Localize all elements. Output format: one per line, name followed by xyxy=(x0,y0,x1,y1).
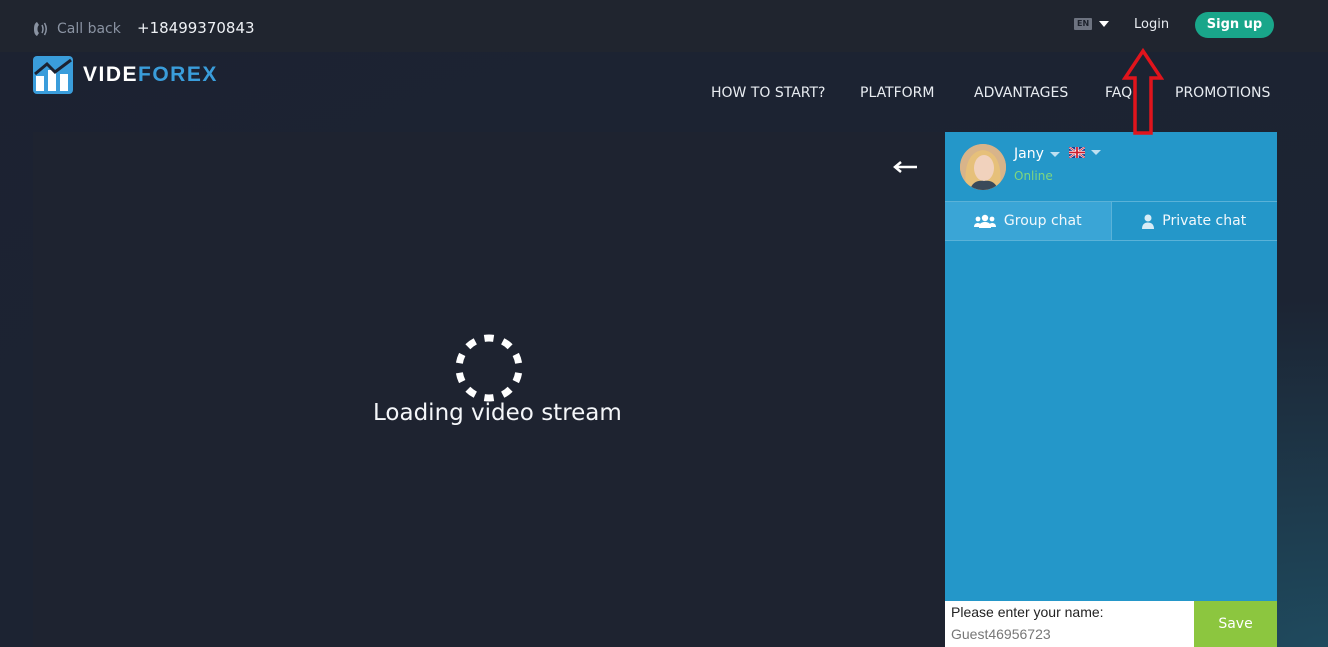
agent-photo xyxy=(960,144,1006,190)
agent-name: Jany xyxy=(1014,146,1044,162)
brand-name: VIDEFOREX xyxy=(83,63,218,86)
nav-promotions[interactable]: PROMOTIONS xyxy=(1175,85,1270,101)
call-back-label: Call back xyxy=(57,21,121,37)
status-badge: Online xyxy=(1014,169,1053,183)
chevron-down-icon xyxy=(1091,150,1101,155)
nav-how-to-start[interactable]: HOW TO START? xyxy=(711,85,825,101)
tab-private-chat-label: Private chat xyxy=(1162,213,1247,229)
chat-language-selector[interactable] xyxy=(1069,147,1101,158)
login-link[interactable]: Login xyxy=(1134,17,1169,32)
name-entry-box: Please enter your name: xyxy=(945,601,1194,647)
loading-spinner-icon xyxy=(455,334,523,402)
agent-name-selector[interactable]: Jany xyxy=(1014,146,1060,162)
chat-tabs: Group chat Private chat xyxy=(945,202,1277,241)
spinner-segment xyxy=(455,372,466,384)
chat-panel: Jany Online Group chat Private chat Plea… xyxy=(945,132,1277,647)
person-icon xyxy=(1142,214,1155,229)
top-bar: Call back +18499370843 EN Login Sign up xyxy=(0,0,1328,52)
group-icon xyxy=(973,214,996,228)
annotation-arrow-icon xyxy=(1122,48,1164,135)
chevron-down-icon xyxy=(1099,21,1110,27)
back-arrow-button[interactable] xyxy=(880,150,932,184)
tab-group-chat[interactable]: Group chat xyxy=(945,202,1112,240)
spinner-segment xyxy=(500,386,513,398)
spinner-segment xyxy=(465,386,478,398)
chevron-down-icon xyxy=(1049,151,1060,157)
name-input[interactable] xyxy=(951,625,1186,643)
tab-group-chat-label: Group chat xyxy=(1003,213,1082,229)
logo-icon xyxy=(33,56,73,94)
signup-button[interactable]: Sign up xyxy=(1195,12,1274,38)
logo[interactable]: VIDEFOREX xyxy=(33,56,218,94)
name-prompt-label: Please enter your name: xyxy=(951,604,1104,620)
chat-header: Jany Online xyxy=(945,132,1277,202)
save-button[interactable]: Save xyxy=(1194,601,1277,647)
spinner-segment xyxy=(455,352,466,364)
tab-private-chat[interactable]: Private chat xyxy=(1112,202,1278,240)
language-selector[interactable]: EN xyxy=(1074,18,1110,30)
nav-advantages[interactable]: ADVANTAGES xyxy=(974,85,1068,101)
spinner-segment xyxy=(512,372,523,384)
uk-flag-icon xyxy=(1069,147,1085,158)
language-badge: EN xyxy=(1074,18,1093,30)
phone-icon xyxy=(34,22,47,36)
spinner-segment xyxy=(465,338,478,350)
phone-number[interactable]: +18499370843 xyxy=(137,19,255,37)
arrow-left-icon xyxy=(893,161,917,173)
avatar xyxy=(960,144,1006,190)
spinner-segment xyxy=(500,338,513,350)
loading-text: Loading video stream xyxy=(373,400,622,426)
call-back-link[interactable]: Call back xyxy=(33,20,121,38)
nav-platform[interactable]: PLATFORM xyxy=(860,85,934,101)
spinner-segment xyxy=(512,352,523,364)
